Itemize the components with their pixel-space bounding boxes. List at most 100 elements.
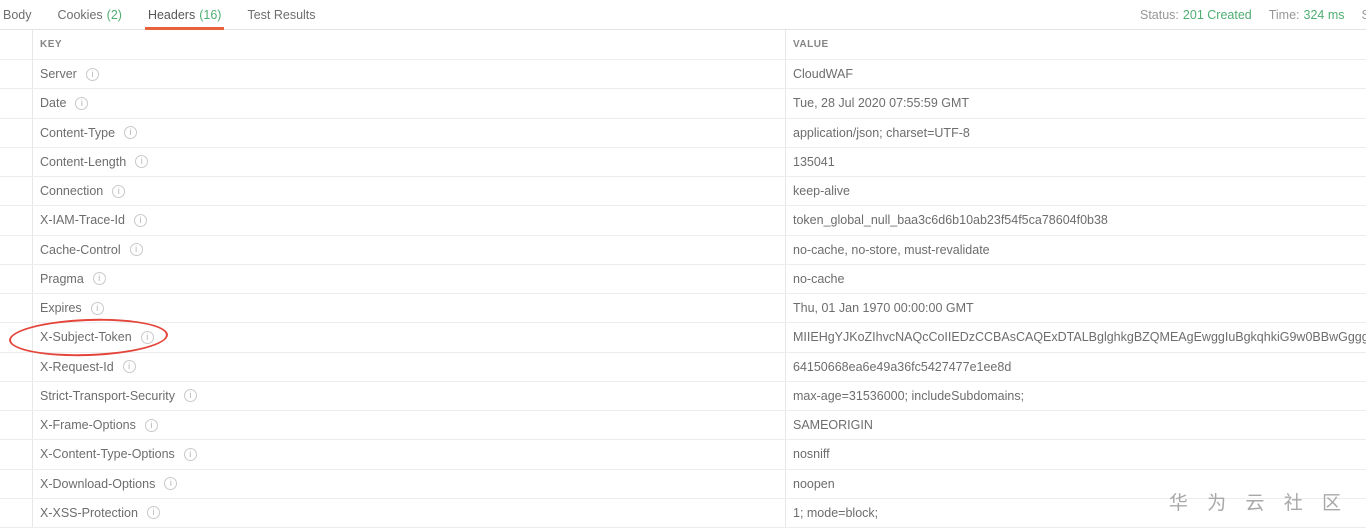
row-gutter-cell: [0, 177, 33, 205]
table-row-x-content-type-options: X-Content-Type-Options nosniff: [0, 440, 1366, 469]
header-value-cell[interactable]: MIIEHgYJKoZIhvcNAQcCoIIEDzCCBAsCAQExDTAL…: [786, 323, 1366, 351]
headers-table-head: KEY VALUE: [0, 30, 1366, 60]
header-value-cell[interactable]: no-cache, no-store, must-revalidate: [786, 236, 1366, 264]
header-value: Tue, 28 Jul 2020 07:55:59 GMT: [793, 96, 969, 110]
header-value-cell[interactable]: keep-alive: [786, 177, 1366, 205]
header-value: max-age=31536000; includeSubdomains;: [793, 389, 1024, 403]
header-key-cell[interactable]: Cache-Control: [33, 236, 786, 264]
header-value: SAMEORIGIN: [793, 418, 873, 432]
row-gutter-cell: [0, 470, 33, 498]
info-icon[interactable]: [184, 448, 197, 461]
tab-body[interactable]: Body: [3, 0, 32, 29]
row-gutter-cell: [0, 89, 33, 117]
header-value: keep-alive: [793, 184, 850, 198]
info-icon[interactable]: [147, 506, 160, 519]
info-icon[interactable]: [164, 477, 177, 490]
header-value-cell[interactable]: 135041: [786, 148, 1366, 176]
header-key-label: Content-Length: [40, 155, 126, 169]
header-key-label: Date: [40, 96, 66, 110]
row-gutter-cell: [0, 440, 33, 468]
header-key-cell[interactable]: X-Frame-Options: [33, 411, 786, 439]
header-key-cell[interactable]: X-Subject-Token: [33, 323, 786, 351]
time-label: Time:: [1269, 8, 1300, 22]
row-gutter-cell: [0, 206, 33, 234]
header-key-label: Cache-Control: [40, 243, 121, 257]
header-key-label: Server: [40, 67, 77, 81]
row-gutter-cell: [0, 499, 33, 527]
header-key-cell[interactable]: X-XSS-Protection: [33, 499, 786, 527]
header-value-cell[interactable]: 1; mode=block;: [786, 499, 1366, 527]
info-icon[interactable]: [135, 155, 148, 168]
header-key-cell[interactable]: Expires: [33, 294, 786, 322]
header-value-cell[interactable]: Thu, 01 Jan 1970 00:00:00 GMT: [786, 294, 1366, 322]
header-value-cell[interactable]: no-cache: [786, 265, 1366, 293]
header-key-cell[interactable]: Content-Length: [33, 148, 786, 176]
header-value: CloudWAF: [793, 67, 853, 81]
header-key-cell[interactable]: X-Request-Id: [33, 353, 786, 381]
tab-count-badge: (16): [199, 8, 221, 22]
info-icon[interactable]: [75, 97, 88, 110]
info-icon[interactable]: [112, 185, 125, 198]
header-key-label: Pragma: [40, 272, 84, 286]
header-key-cell[interactable]: Content-Type: [33, 119, 786, 147]
table-row-x-subject-token: X-Subject-Token MIIEHgYJKoZIhvcNAQcCoIIE…: [0, 323, 1366, 352]
table-row-x-request-id: X-Request-Id 64150668ea6e49a36fc5427477e…: [0, 353, 1366, 382]
size-label: Size:: [1362, 8, 1366, 22]
header-key-cell[interactable]: Strict-Transport-Security: [33, 382, 786, 410]
header-value-cell[interactable]: application/json; charset=UTF-8: [786, 119, 1366, 147]
header-key-label: X-Content-Type-Options: [40, 447, 175, 461]
header-key-cell[interactable]: X-Content-Type-Options: [33, 440, 786, 468]
header-key-label: X-IAM-Trace-Id: [40, 213, 125, 227]
row-gutter-cell: [0, 382, 33, 410]
time-value: 324 ms: [1304, 8, 1345, 22]
head-blank-cell: [0, 30, 33, 59]
info-icon[interactable]: [86, 68, 99, 81]
info-icon[interactable]: [124, 126, 137, 139]
row-gutter-cell: [0, 411, 33, 439]
info-icon[interactable]: [134, 214, 147, 227]
header-key-label: X-XSS-Protection: [40, 506, 138, 520]
header-value-cell[interactable]: noopen: [786, 470, 1366, 498]
table-row-strict-transport-security: Strict-Transport-Security max-age=315360…: [0, 382, 1366, 411]
tab-test-results[interactable]: Test Results: [247, 0, 315, 29]
tab-cookies[interactable]: Cookies (2): [58, 0, 122, 29]
info-icon[interactable]: [130, 243, 143, 256]
header-key-cell[interactable]: Pragma: [33, 265, 786, 293]
header-value-cell[interactable]: SAMEORIGIN: [786, 411, 1366, 439]
header-value-cell[interactable]: Tue, 28 Jul 2020 07:55:59 GMT: [786, 89, 1366, 117]
header-key-cell[interactable]: X-IAM-Trace-Id: [33, 206, 786, 234]
tab-headers[interactable]: Headers (16): [148, 0, 221, 29]
headers-table: KEY VALUE Server CloudWAF Date Tue, 28 J…: [0, 30, 1366, 528]
header-key-cell[interactable]: X-Download-Options: [33, 470, 786, 498]
tab-label: Headers: [148, 8, 195, 22]
header-value-cell[interactable]: token_global_null_baa3c6d6b10ab23f54f5ca…: [786, 206, 1366, 234]
header-value: token_global_null_baa3c6d6b10ab23f54f5ca…: [793, 213, 1108, 227]
header-value-cell[interactable]: 64150668ea6e49a36fc5427477e1ee8d: [786, 353, 1366, 381]
table-row-content-length: Content-Length 135041: [0, 148, 1366, 177]
header-key-label: X-Subject-Token: [40, 330, 132, 344]
key-column-header: KEY: [33, 30, 786, 59]
header-key-cell[interactable]: Server: [33, 60, 786, 88]
header-value-cell[interactable]: max-age=31536000; includeSubdomains;: [786, 382, 1366, 410]
row-gutter-cell: [0, 294, 33, 322]
response-time-indicator[interactable]: Time: 324 ms: [1269, 8, 1345, 22]
status-code-indicator[interactable]: Status: 201 Created: [1140, 8, 1252, 22]
header-value-cell[interactable]: CloudWAF: [786, 60, 1366, 88]
info-icon[interactable]: [141, 331, 154, 344]
info-icon[interactable]: [93, 272, 106, 285]
header-key-cell[interactable]: Connection: [33, 177, 786, 205]
table-row-server: Server CloudWAF: [0, 60, 1366, 89]
response-size-indicator[interactable]: Size: 1: [1362, 8, 1366, 22]
info-icon[interactable]: [91, 302, 104, 315]
header-value-cell[interactable]: nosniff: [786, 440, 1366, 468]
response-status-bar: Status: 201 Created Time: 324 ms Size: 1: [1140, 0, 1366, 29]
header-value: 135041: [793, 155, 835, 169]
info-icon[interactable]: [123, 360, 136, 373]
table-row-pragma: Pragma no-cache: [0, 265, 1366, 294]
header-value: MIIEHgYJKoZIhvcNAQcCoIIEDzCCBAsCAQExDTAL…: [793, 330, 1366, 344]
header-key-label: X-Request-Id: [40, 360, 114, 374]
table-row-cache-control: Cache-Control no-cache, no-store, must-r…: [0, 236, 1366, 265]
header-key-cell[interactable]: Date: [33, 89, 786, 117]
info-icon[interactable]: [145, 419, 158, 432]
info-icon[interactable]: [184, 389, 197, 402]
